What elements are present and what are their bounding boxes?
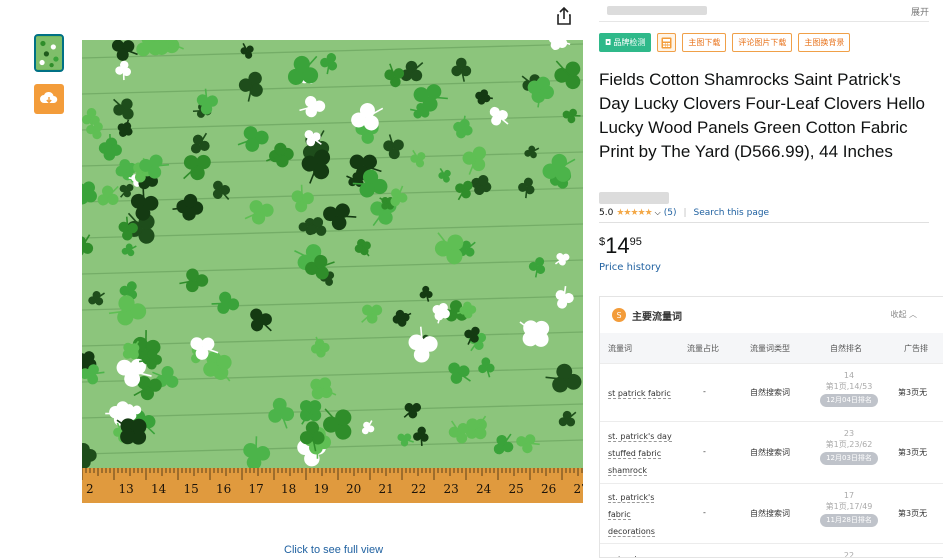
ruler-number: 2 [86,482,94,496]
chevron-up-icon: ︿ [909,310,917,319]
panel-title: 主要流量词 [632,311,682,323]
ad-rank: 第3页无 [898,388,928,397]
ruler-number: 26 [541,482,556,496]
keyword-type: 自然搜索词 [750,448,790,457]
redacted-text [607,6,707,15]
rank-date-badge: 12月04日排名 [820,394,878,407]
shield-icon: ◘ [605,38,612,47]
star-rating-icon[interactable]: ★★★★★ [616,208,652,218]
main-product-image[interactable]: 2 13 14 15 16 17 18 19 20 21 22 23 24 25 26 27 [82,40,583,503]
calculator-button[interactable] [657,33,677,52]
cloud-download-icon [40,91,58,104]
see-full-view-link[interactable]: Click to see full view [284,544,383,556]
ruler-number: 22 [411,482,426,496]
natural-rank: 22 [843,551,855,558]
column-header: 自然排名 [830,344,862,353]
measuring-ruler: 2 13 14 15 16 17 18 19 20 21 22 23 24 25 26 27 [82,468,583,503]
keyword-link[interactable]: st. patrick's fabric decorations [608,489,655,540]
ruler-number: 17 [249,482,264,496]
download-image-button[interactable] [34,84,64,114]
share-icon[interactable] [555,6,573,26]
main-image-download-button[interactable]: 主图下载 [682,33,727,52]
ruler-number: 14 [151,482,167,496]
traffic-share: - [703,447,706,456]
column-header: 流量占比 [687,344,719,353]
collapse-button[interactable]: 收起 ︿ [890,309,917,320]
keyword-type: 自然搜索词 [750,388,790,397]
redacted-brand [599,192,669,204]
rank-date-badge: 11月28日排名 [820,514,878,527]
product-thumbnail[interactable] [34,34,64,72]
plugin-topbar: 展开 [599,0,929,22]
panel-header: S 主要流量词 收起 ︿ [600,297,943,333]
product-title: Fields Cotton Shamrocks Saint Patrick's … [599,70,925,161]
ruler-number: 18 [281,482,296,496]
brand-check-button[interactable]: ◘ 品牌检测 [599,33,652,52]
rating-value: 5.0 [599,208,614,218]
natural-rank: 14 第1页,14/53 12月04日排名 [818,370,880,407]
traffic-share: - [703,387,706,396]
plugin-toolbar: ◘ 品牌检测 主图下载 评论图片下载 主图换背景 [599,33,851,53]
ruler-number: 16 [216,482,231,496]
ruler-number: 13 [119,482,134,496]
natural-rank: 23 第1页,23/62 12月03日排名 [818,428,880,465]
keyword-link[interactable]: notre dame [608,551,655,557]
natural-rank: 17 第1页,17/49 11月28日排名 [818,490,880,527]
ruler-number: 19 [314,482,329,496]
ad-rank: 第3页无 [898,448,928,457]
rating-row: 5.0 ★★★★★ ⌵ (5) | Search this page [599,208,769,218]
thumbnail-image [36,36,62,70]
table-header: 流量词 流量占比 流量词类型 自然排名 广告排 [600,333,943,363]
chevron-down-icon[interactable]: ⌵ [655,208,661,218]
divider: | [683,208,687,218]
expand-button[interactable]: 展开 [911,5,929,18]
search-this-page-link[interactable]: Search this page [694,208,770,218]
ruler-number: 23 [444,482,459,496]
ruler-number: 20 [346,482,361,496]
ruler-number: 27 [574,482,584,496]
divider-line [599,222,929,223]
table-row[interactable]: notre dame 22 [600,543,943,558]
traffic-share: - [703,508,706,517]
table-row[interactable]: st. patrick's day stuffed fabric shamrock -… [600,421,943,483]
keyword-link[interactable]: st patrick fabric [608,385,671,402]
product-info-panel: 展开 ◘ 品牌检测 主图下载 评论图片下载 主图换背景 Fields Cotto… [599,0,943,558]
rating-count-link[interactable]: (5) [664,208,677,218]
table-row[interactable]: st patrick fabric - 自然搜索词 14 第1页,14/53 12月04日… [600,363,943,421]
price-fraction: 95 [629,236,642,248]
plugin-logo-icon: S [612,308,626,322]
ruler-number: 15 [184,482,199,496]
rank-date-badge: 12月03日排名 [820,452,878,465]
column-header: 广告排 [904,344,928,353]
review-image-download-button[interactable]: 评论图片下载 [732,33,793,52]
column-header: 流量词类型 [750,344,790,353]
ruler-number: 21 [379,482,394,496]
table-row[interactable]: st. patrick's fabric decorations - 自然搜索词 17 第1… [600,483,943,543]
ruler-number: 24 [476,482,492,496]
keyword-type: 自然搜索词 [750,509,790,518]
traffic-keywords-panel: S 主要流量词 收起 ︿ 流量词 流量占比 流量词类型 自然排名 广告排 st … [599,296,943,558]
calculator-icon [661,37,672,48]
ad-rank: 第3页无 [898,509,928,518]
fabric-print-image: 2 13 14 15 16 17 18 19 20 21 22 23 24 25 26 27 [82,40,583,503]
main-image-background-button[interactable]: 主图换背景 [798,33,851,52]
ruler-number: 25 [509,482,524,496]
keyword-link[interactable]: st. patrick's day stuffed fabric shamrock [608,428,672,479]
column-header: 流量词 [608,344,632,353]
price: $ 14 95 [599,233,642,259]
price-history-link[interactable]: Price history [599,262,661,273]
price-whole: 14 [605,233,630,258]
